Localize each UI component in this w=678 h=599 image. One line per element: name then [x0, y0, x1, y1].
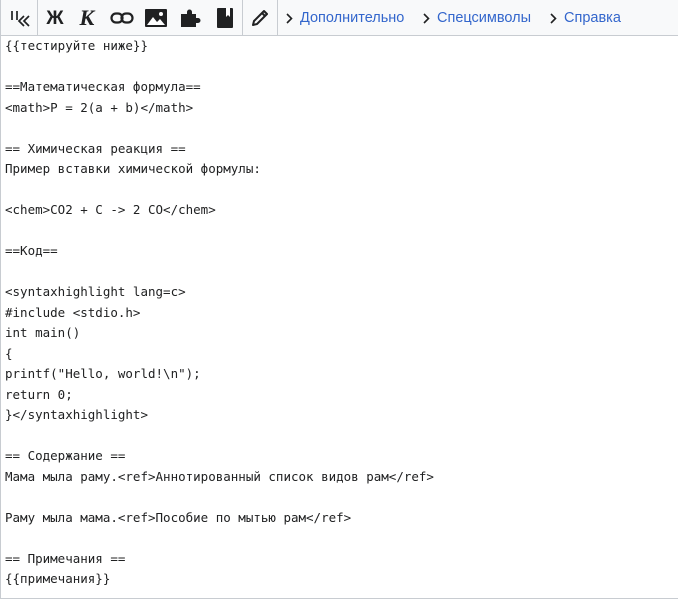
editor-line: {{примечания}} [5, 571, 111, 586]
editor-line: == Химическая реакция == [5, 140, 186, 156]
editor-line: #include <stdio.h> [5, 304, 141, 320]
link-button[interactable] [109, 5, 135, 31]
tab-special-characters[interactable]: Спецсимволы [423, 0, 531, 36]
editor-line: Мама мыла раму.<ref>Аннотированный списо… [5, 468, 434, 484]
insert-citation-button[interactable] [212, 5, 238, 31]
editor-line: == Примечания == [5, 550, 126, 566]
editor-line: Пример вставки химической формулы: [5, 161, 261, 176]
advanced-toggle-button[interactable] [7, 5, 33, 31]
tab-advanced[interactable]: Дополнительно [286, 0, 404, 36]
editor-line: ==Код== [5, 243, 58, 258]
editor-line: }</syntaxhighlight> [5, 407, 148, 422]
editor-line: ==Математическая формула== [5, 79, 201, 94]
editor-line: <chem>CO2 + C -> 2 CO</chem> [5, 202, 216, 217]
italic-icon: К [79, 5, 95, 30]
editor-line: <math>P = 2(a + b)</math> [5, 99, 194, 115]
bold-icon: Ж [46, 7, 64, 29]
editor-line: Раму мыла мама.<ref>Пособие по мытью рам… [5, 509, 352, 525]
editor-line: <syntaxhighlight lang=c> [5, 284, 186, 299]
editor-line: int main() [5, 325, 81, 340]
image-icon [145, 9, 167, 27]
editor-line: {{тестируйте ниже}} [5, 38, 148, 53]
chevron-right-icon [423, 12, 430, 24]
puzzle-icon [181, 9, 201, 27]
editor-line: { [5, 345, 13, 361]
editor-line: printf("Hello, world!\n"); [5, 366, 201, 381]
link-icon [110, 12, 134, 24]
wikitext-textarea[interactable]: {{тестируйте ниже}} ==Математическая фор… [1, 36, 678, 598]
italic-button[interactable]: К [74, 5, 100, 31]
tab-label: Справка [564, 10, 621, 26]
tab-label: Спецсимволы [437, 10, 532, 26]
pencil-icon [252, 10, 268, 26]
bold-button[interactable]: Ж [42, 5, 68, 31]
tab-label: Дополнительно [300, 10, 405, 26]
insert-reference-button[interactable] [178, 5, 204, 31]
chevron-right-icon [286, 12, 293, 24]
edit-button[interactable] [247, 5, 273, 31]
editor-line: == Содержание == [5, 448, 126, 463]
wikitext-editor: Ж К Дополнительно Спецсимволы Справка {{… [0, 0, 678, 599]
signature-icon [11, 11, 30, 27]
toolbar-separator [277, 0, 278, 36]
chevron-right-icon [550, 12, 557, 24]
editor-line: return 0; [5, 386, 73, 402]
toolbar-separator [242, 0, 243, 36]
book-icon [217, 8, 233, 28]
tab-help[interactable]: Справка [550, 0, 621, 36]
toolbar-separator [37, 0, 38, 36]
editor-toolbar: Ж К Дополнительно Спецсимволы Справка [1, 0, 678, 36]
embed-image-button[interactable] [143, 5, 169, 31]
